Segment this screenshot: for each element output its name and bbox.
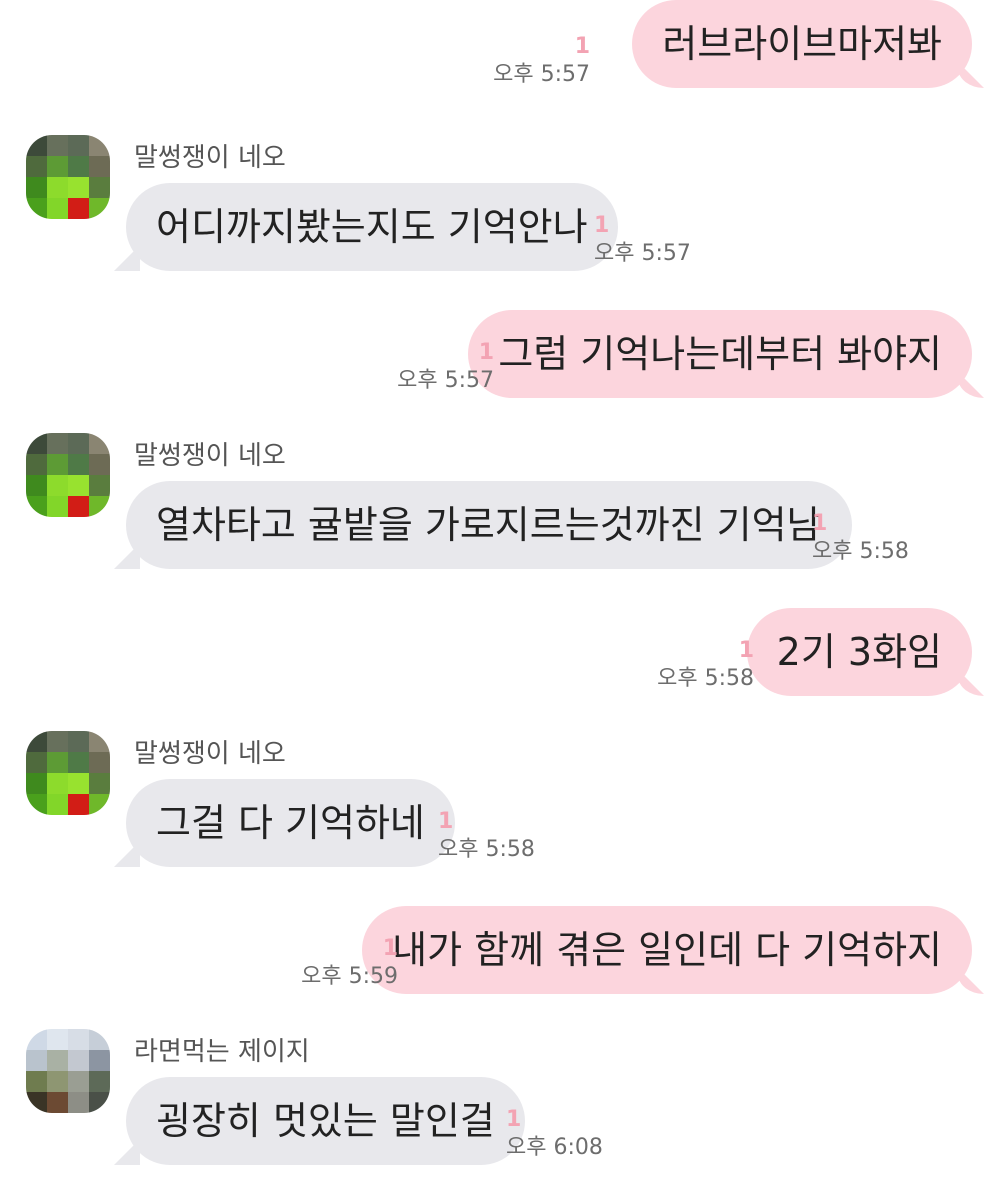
unread-count: 1 [594, 213, 610, 238]
unread-count: 1 [382, 936, 398, 961]
message-meta: 1 오후 6:08 [506, 1107, 603, 1163]
message-bubble[interactable]: 굉장히 멋있는 말인걸 [126, 1077, 525, 1165]
message-bubble[interactable]: 러브라이브마저봐 [632, 0, 972, 88]
message-bubble[interactable]: 열차타고 귤밭을 가로지르는것까진 기억남 [126, 481, 852, 569]
message-meta: 1 오후 5:57 [493, 34, 590, 90]
message-meta: 1 오후 5:58 [812, 511, 909, 567]
unread-count: 1 [738, 638, 754, 663]
message-bubble[interactable]: 어디까지봤는지도 기억안나 [126, 183, 618, 271]
sender-name: 말썽쟁이 네오 [134, 143, 286, 173]
message-row-outgoing: 내가 함께 겪은 일인데 다 기억하지 1 오후 5:59 [0, 906, 990, 994]
message-bubble[interactable]: 그걸 다 기억하네 [126, 779, 455, 867]
sender-name: 말썽쟁이 네오 [134, 739, 286, 769]
timestamp: 오후 5:57 [594, 241, 691, 266]
unread-count: 1 [438, 809, 454, 834]
timestamp: 오후 6:08 [506, 1135, 603, 1160]
message-meta: 1 오후 5:59 [301, 936, 398, 992]
message-bubble[interactable]: 그럼 기억나는데부터 봐야지 [468, 310, 972, 398]
avatar[interactable] [26, 433, 110, 517]
unread-count: 1 [812, 511, 828, 536]
message-row-incoming: 말썽쟁이 네오 어디까지봤는지도 기억안나 1 오후 5:57 [0, 135, 990, 275]
message-meta: 1 오후 5:57 [397, 340, 494, 396]
avatar[interactable] [26, 1029, 110, 1113]
message-bubble[interactable]: 내가 함께 겪은 일인데 다 기억하지 [362, 906, 972, 994]
message-meta: 1 오후 5:57 [594, 213, 691, 269]
timestamp: 오후 5:57 [397, 368, 494, 393]
timestamp: 오후 5:57 [493, 62, 590, 87]
timestamp: 오후 5:58 [438, 837, 535, 862]
message-row-incoming: 말썽쟁이 네오 그걸 다 기억하네 1 오후 5:58 [0, 731, 990, 871]
unread-count: 1 [506, 1107, 522, 1132]
timestamp: 오후 5:58 [657, 666, 754, 691]
message-row-outgoing: 2기 3화임 1 오후 5:58 [0, 608, 990, 696]
avatar[interactable] [26, 135, 110, 219]
message-row-incoming: 라면먹는 제이지 굉장히 멋있는 말인걸 1 오후 6:08 [0, 1029, 990, 1169]
timestamp: 오후 5:59 [301, 964, 398, 989]
message-row-outgoing: 그럼 기억나는데부터 봐야지 1 오후 5:57 [0, 310, 990, 398]
timestamp: 오후 5:58 [812, 539, 909, 564]
unread-count: 1 [478, 340, 494, 365]
sender-name: 라면먹는 제이지 [134, 1037, 310, 1067]
message-meta: 1 오후 5:58 [657, 638, 754, 694]
avatar[interactable] [26, 731, 110, 815]
sender-name: 말썽쟁이 네오 [134, 441, 286, 471]
unread-count: 1 [574, 34, 590, 59]
message-bubble[interactable]: 2기 3화임 [746, 608, 972, 696]
chat-message-list[interactable]: 러브라이브마저봐 1 오후 5:57 말썽쟁이 네오 어디까지봤는지도 기억안나… [0, 0, 990, 1200]
message-row-outgoing: 러브라이브마저봐 1 오후 5:57 [0, 0, 990, 94]
message-meta: 1 오후 5:58 [438, 809, 535, 865]
message-row-incoming: 말썽쟁이 네오 열차타고 귤밭을 가로지르는것까진 기억남 1 오후 5:58 [0, 433, 990, 573]
